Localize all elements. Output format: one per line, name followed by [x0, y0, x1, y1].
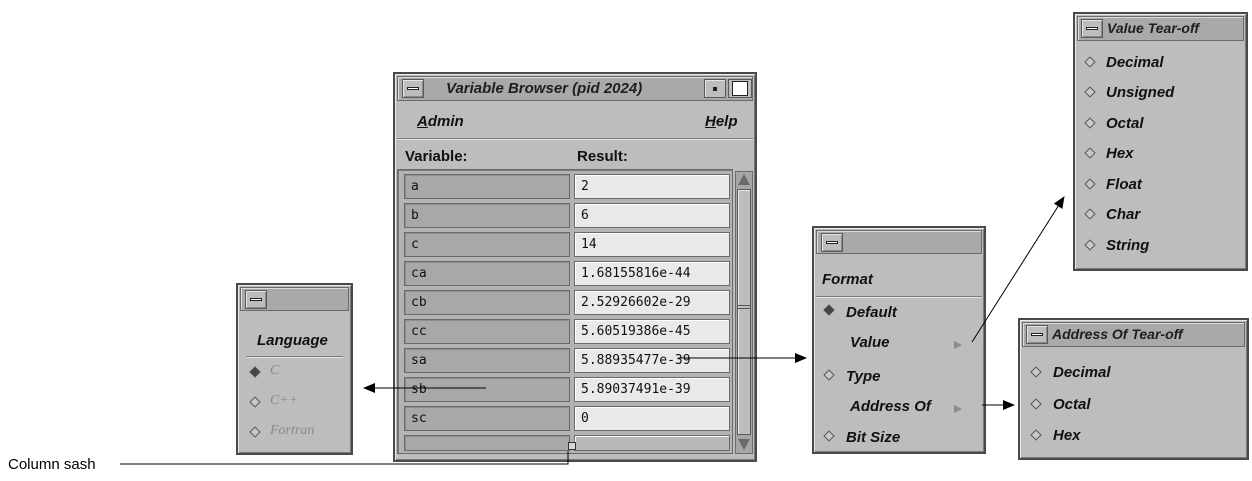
- variable-column-header: Variable:: [405, 148, 468, 165]
- value-option-octal[interactable]: Octal: [1106, 115, 1144, 132]
- vertical-scrollbar[interactable]: [735, 171, 753, 454]
- address-option-octal[interactable]: Octal: [1053, 396, 1091, 413]
- value-tearoff-titlebar[interactable]: Value Tear-off: [1077, 16, 1244, 41]
- radio-icon[interactable]: [1030, 398, 1042, 410]
- cascade-arrow-icon: [954, 341, 962, 349]
- value-tearoff-title: Value Tear-off: [1107, 20, 1200, 36]
- radio-icon[interactable]: [823, 369, 835, 381]
- maximize-icon: [732, 81, 748, 96]
- admin-menu-rest: dmin: [427, 113, 464, 130]
- result-cell[interactable]: 5.60519386e-45: [574, 319, 730, 344]
- selected-radio-icon[interactable]: [823, 304, 835, 316]
- value-option-decimal[interactable]: Decimal: [1106, 54, 1164, 71]
- column-sash-callout: Column sash: [8, 456, 96, 473]
- thumb-grip: [738, 305, 750, 309]
- variable-cell[interactable]: sa: [404, 348, 570, 373]
- address-option-decimal[interactable]: Decimal: [1053, 364, 1111, 381]
- radio-icon[interactable]: [1030, 366, 1042, 378]
- radio-icon[interactable]: [249, 426, 261, 438]
- variable-table: a 2 b 6 c 14 ca 1.68155816e-44 cb 2.5292…: [397, 169, 733, 454]
- radio-icon[interactable]: [1084, 86, 1096, 98]
- radio-icon[interactable]: [1084, 147, 1096, 159]
- variable-cell[interactable]: b: [404, 203, 570, 228]
- radio-icon[interactable]: [1084, 178, 1096, 190]
- radio-icon[interactable]: [1084, 56, 1096, 68]
- format-option-address-of[interactable]: Address Of: [850, 398, 931, 415]
- result-cell[interactable]: 2.52926602e-29: [574, 290, 730, 315]
- value-tearoff-window: Value Tear-off Decimal Unsigned Octal He…: [1073, 12, 1248, 271]
- language-option-fortran[interactable]: Fortran: [270, 423, 314, 439]
- radio-icon[interactable]: [249, 396, 261, 408]
- radio-icon[interactable]: [1084, 117, 1096, 129]
- window-menu-button[interactable]: [1026, 325, 1048, 344]
- language-option-cpp[interactable]: C++: [270, 393, 298, 409]
- result-cell[interactable]: 5.89037491e-39: [574, 377, 730, 402]
- radio-icon[interactable]: [1030, 429, 1042, 441]
- window-title: Variable Browser (pid 2024): [446, 80, 643, 97]
- window-menu-button[interactable]: [245, 290, 267, 309]
- scroll-up-arrow-icon[interactable]: [738, 174, 750, 185]
- language-menu-window: Language C C++ Fortran: [236, 283, 353, 455]
- format-option-default[interactable]: Default: [846, 304, 897, 321]
- help-mnemonic: H: [705, 113, 716, 130]
- scroll-down-arrow-icon[interactable]: [738, 439, 750, 450]
- address-tearoff-title: Address Of Tear-off: [1052, 326, 1183, 342]
- format-option-type[interactable]: Type: [846, 368, 880, 385]
- variable-cell[interactable]: sb: [404, 377, 570, 402]
- window-menu-button[interactable]: [402, 79, 424, 98]
- variable-browser-titlebar[interactable]: Variable Browser (pid 2024): [397, 76, 753, 101]
- radio-icon[interactable]: [1084, 208, 1096, 220]
- variable-cell[interactable]: cc: [404, 319, 570, 344]
- result-cell[interactable]: 1.68155816e-44: [574, 261, 730, 286]
- language-title-divider: [246, 356, 343, 358]
- language-option-c[interactable]: C: [270, 363, 279, 379]
- result-cell[interactable]: 6: [574, 203, 730, 228]
- value-option-hex[interactable]: Hex: [1106, 145, 1134, 162]
- value-option-float[interactable]: Float: [1106, 176, 1142, 193]
- window-menu-button[interactable]: [821, 233, 843, 252]
- minimize-button[interactable]: [704, 79, 726, 98]
- language-titlebar[interactable]: [240, 287, 349, 311]
- value-option-string[interactable]: String: [1106, 237, 1149, 254]
- scrollbar-thumb[interactable]: [737, 189, 751, 435]
- result-cell[interactable]: 5.88935477e-39: [574, 348, 730, 373]
- radio-icon[interactable]: [1084, 239, 1096, 251]
- minimize-icon: [713, 87, 717, 91]
- variable-browser-window: Variable Browser (pid 2024) Admin Help V…: [393, 72, 757, 462]
- variable-cell[interactable]: ca: [404, 261, 570, 286]
- selected-radio-icon[interactable]: [249, 366, 261, 378]
- window-menu-button[interactable]: [1081, 19, 1103, 38]
- format-menu-window: Format Default Value Type Address Of Bit…: [812, 226, 986, 454]
- format-title-divider: [816, 296, 982, 298]
- format-titlebar[interactable]: [816, 230, 982, 254]
- variable-cell[interactable]: cb: [404, 290, 570, 315]
- value-option-char[interactable]: Char: [1106, 206, 1140, 223]
- result-column-header: Result:: [577, 148, 628, 165]
- value-option-unsigned[interactable]: Unsigned: [1106, 84, 1174, 101]
- address-tearoff-window: Address Of Tear-off Decimal Octal Hex: [1018, 318, 1249, 460]
- format-option-bit-size[interactable]: Bit Size: [846, 429, 900, 446]
- format-option-value[interactable]: Value: [850, 334, 889, 351]
- variable-cell[interactable]: c: [404, 232, 570, 257]
- variable-cell[interactable]: a: [404, 174, 570, 199]
- maximize-button[interactable]: [728, 79, 752, 98]
- menubar-divider: [397, 138, 753, 140]
- result-cell[interactable]: 0: [574, 406, 730, 431]
- help-menu-rest: elp: [715, 113, 738, 130]
- admin-menu[interactable]: Admin: [417, 113, 464, 130]
- result-cell[interactable]: 2: [574, 174, 730, 199]
- address-tearoff-titlebar[interactable]: Address Of Tear-off: [1022, 322, 1245, 347]
- cascade-arrow-icon: [954, 405, 962, 413]
- variable-cell-empty[interactable]: [404, 435, 570, 451]
- result-cell-empty[interactable]: [574, 435, 730, 451]
- radio-icon[interactable]: [823, 430, 835, 442]
- format-title: Format: [822, 271, 873, 288]
- address-option-hex[interactable]: Hex: [1053, 427, 1081, 444]
- variable-cell[interactable]: sc: [404, 406, 570, 431]
- result-cell[interactable]: 14: [574, 232, 730, 257]
- column-sash[interactable]: [568, 442, 576, 450]
- admin-mnemonic: A: [417, 113, 428, 130]
- language-title: Language: [257, 332, 328, 349]
- help-menu[interactable]: Help: [705, 113, 738, 130]
